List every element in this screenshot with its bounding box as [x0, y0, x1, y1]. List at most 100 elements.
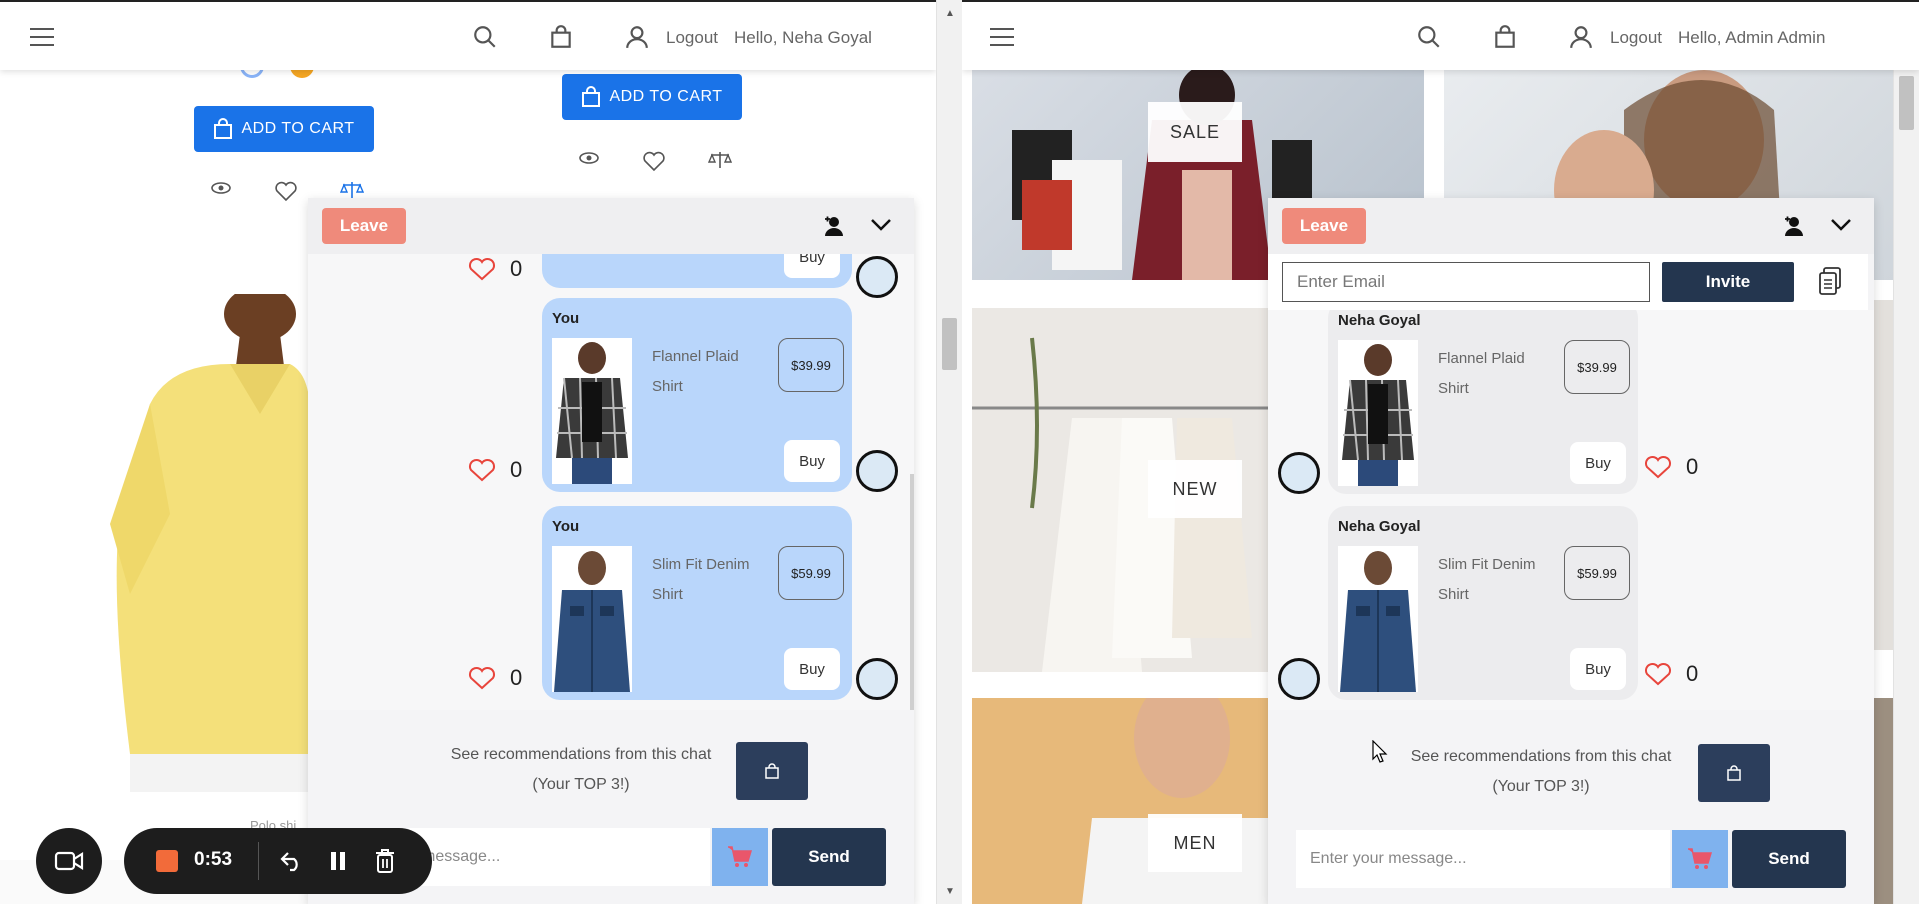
chevron-down-icon[interactable]: [1830, 218, 1852, 232]
left-browser-pane: Logout Hello, Neha Goyal ADD TO CART ADD…: [0, 0, 936, 904]
chat-header: Leave: [308, 198, 914, 254]
chat-scrollbar[interactable]: [910, 474, 914, 710]
add-to-cart-button[interactable]: ADD TO CART: [194, 106, 374, 152]
user-greeting: Hello, Neha Goyal: [734, 28, 872, 47]
email-input[interactable]: Enter Email: [1282, 262, 1650, 302]
shopping-bag-icon: [765, 763, 779, 779]
like-counter: 0: [468, 665, 522, 691]
camera-button[interactable]: [36, 828, 102, 894]
product-price: $59.99: [778, 546, 844, 600]
mouse-cursor-icon: [1372, 740, 1388, 763]
stop-recording-button[interactable]: [156, 850, 178, 872]
undo-icon[interactable]: [280, 850, 304, 872]
recommendations-text: See recommendations from this chat (Your…: [308, 740, 914, 800]
product-name: Flannel Plaid Shirt: [652, 348, 739, 395]
search-icon[interactable]: [472, 24, 498, 50]
men-label[interactable]: MEN: [1148, 814, 1242, 872]
like-count: 0: [1686, 661, 1699, 686]
heart-icon[interactable]: [468, 666, 496, 690]
sale-label[interactable]: SALE: [1148, 102, 1242, 162]
heart-icon[interactable]: [1644, 455, 1672, 479]
recommendations-button[interactable]: [1698, 744, 1770, 802]
avatar: [1278, 452, 1320, 494]
menu-icon[interactable]: [30, 28, 54, 46]
compare-scale-icon[interactable]: [340, 180, 364, 200]
buy-button[interactable]: Buy: [1570, 442, 1626, 484]
shopping-cart-icon: [728, 846, 753, 867]
new-label[interactable]: NEW: [1148, 460, 1242, 518]
left-pane-scrollbar[interactable]: ▲ ▼: [936, 0, 962, 904]
scroll-thumb[interactable]: [942, 318, 957, 370]
product-thumbnail[interactable]: [552, 338, 632, 484]
leave-button[interactable]: Leave: [1282, 208, 1366, 244]
add-to-cart-label: ADD TO CART: [241, 120, 355, 137]
logout-link[interactable]: Logout: [1610, 28, 1662, 48]
search-icon[interactable]: [1416, 24, 1442, 50]
trash-icon[interactable]: [374, 848, 396, 874]
pause-icon[interactable]: [328, 850, 348, 872]
add-to-cart-label: ADD TO CART: [609, 88, 723, 105]
send-button[interactable]: Send: [1732, 830, 1846, 888]
shopping-bag-icon[interactable]: [548, 24, 574, 50]
compare-scale-icon[interactable]: [708, 150, 732, 170]
message-sender: You: [552, 310, 580, 327]
polo-shirt-image[interactable]: [110, 294, 310, 792]
message-input[interactable]: message...: [408, 828, 710, 886]
menu-icon[interactable]: [990, 28, 1014, 46]
buy-button[interactable]: Buy: [784, 440, 840, 482]
user-icon[interactable]: [1568, 24, 1594, 50]
cart-share-button[interactable]: [712, 828, 768, 886]
product-thumbnail[interactable]: [1338, 340, 1418, 486]
heart-icon[interactable]: [468, 257, 496, 281]
chat-widget: Leave Buy 0 You Flannel Plaid Shirt $39.…: [308, 198, 914, 904]
user-icon[interactable]: [624, 24, 650, 50]
scroll-up-arrow[interactable]: ▲: [945, 8, 955, 19]
chat-widget: Leave Enter Email Invite Neha Goyal Flan…: [1268, 198, 1874, 904]
invite-button[interactable]: Invite: [1662, 262, 1794, 302]
product-price: $39.99: [1564, 340, 1630, 394]
like-count: 0: [510, 665, 523, 690]
logout-link[interactable]: Logout: [666, 28, 718, 48]
recording-timer: 0:53: [194, 849, 233, 870]
product-price: $39.99: [778, 338, 844, 392]
send-button[interactable]: Send: [772, 828, 886, 886]
message-input[interactable]: Enter your message...: [1296, 830, 1670, 888]
add-to-cart-button[interactable]: ADD TO CART: [562, 74, 742, 120]
user-greeting: Hello, Admin Admin: [1678, 28, 1826, 47]
shopping-bag-icon[interactable]: [1492, 24, 1518, 50]
like-counter: 0: [468, 256, 522, 282]
heart-icon[interactable]: [642, 150, 666, 172]
product-name: Flannel Plaid Shirt: [1438, 350, 1525, 397]
message-list[interactable]: Neha Goyal Flannel Plaid Shirt $39.99 Bu…: [1268, 310, 1874, 710]
chat-header: Leave: [1268, 198, 1874, 254]
leave-button[interactable]: Leave: [322, 208, 406, 244]
recommendations-text: See recommendations from this chat (Your…: [1268, 742, 1874, 802]
product-thumbnail[interactable]: [1338, 546, 1418, 692]
add-user-icon[interactable]: [1784, 216, 1806, 236]
message-list[interactable]: Buy 0 You Flannel Plaid Shirt $39.99 Buy…: [308, 254, 914, 710]
like-counter: 0: [468, 457, 522, 483]
add-user-icon[interactable]: [824, 216, 846, 236]
men-category-tile[interactable]: [972, 698, 1272, 904]
eye-icon[interactable]: [210, 180, 232, 196]
recommendations-button[interactable]: [736, 742, 808, 800]
product-thumbnail[interactable]: [552, 546, 632, 692]
top-nav: Logout Hello, Admin Admin: [962, 0, 1919, 70]
buy-button[interactable]: Buy: [784, 254, 840, 278]
buy-button[interactable]: Buy: [784, 648, 840, 690]
scroll-thumb[interactable]: [1899, 76, 1914, 130]
eye-icon[interactable]: [578, 150, 600, 166]
heart-icon[interactable]: [1644, 662, 1672, 686]
heart-icon[interactable]: [274, 180, 298, 202]
buy-button[interactable]: Buy: [1570, 648, 1626, 690]
cart-share-button[interactable]: [1672, 830, 1728, 888]
right-pane-scrollbar[interactable]: ▲: [1893, 0, 1919, 904]
copy-icon[interactable]: [1818, 266, 1842, 296]
avatar: [856, 450, 898, 492]
like-counter: 0: [1644, 454, 1698, 480]
heart-icon[interactable]: [468, 458, 496, 482]
scroll-down-arrow[interactable]: ▼: [945, 886, 955, 897]
chevron-down-icon[interactable]: [870, 218, 892, 232]
shopping-bag-icon: [1727, 765, 1741, 781]
shopping-bag-icon: [214, 118, 233, 139]
